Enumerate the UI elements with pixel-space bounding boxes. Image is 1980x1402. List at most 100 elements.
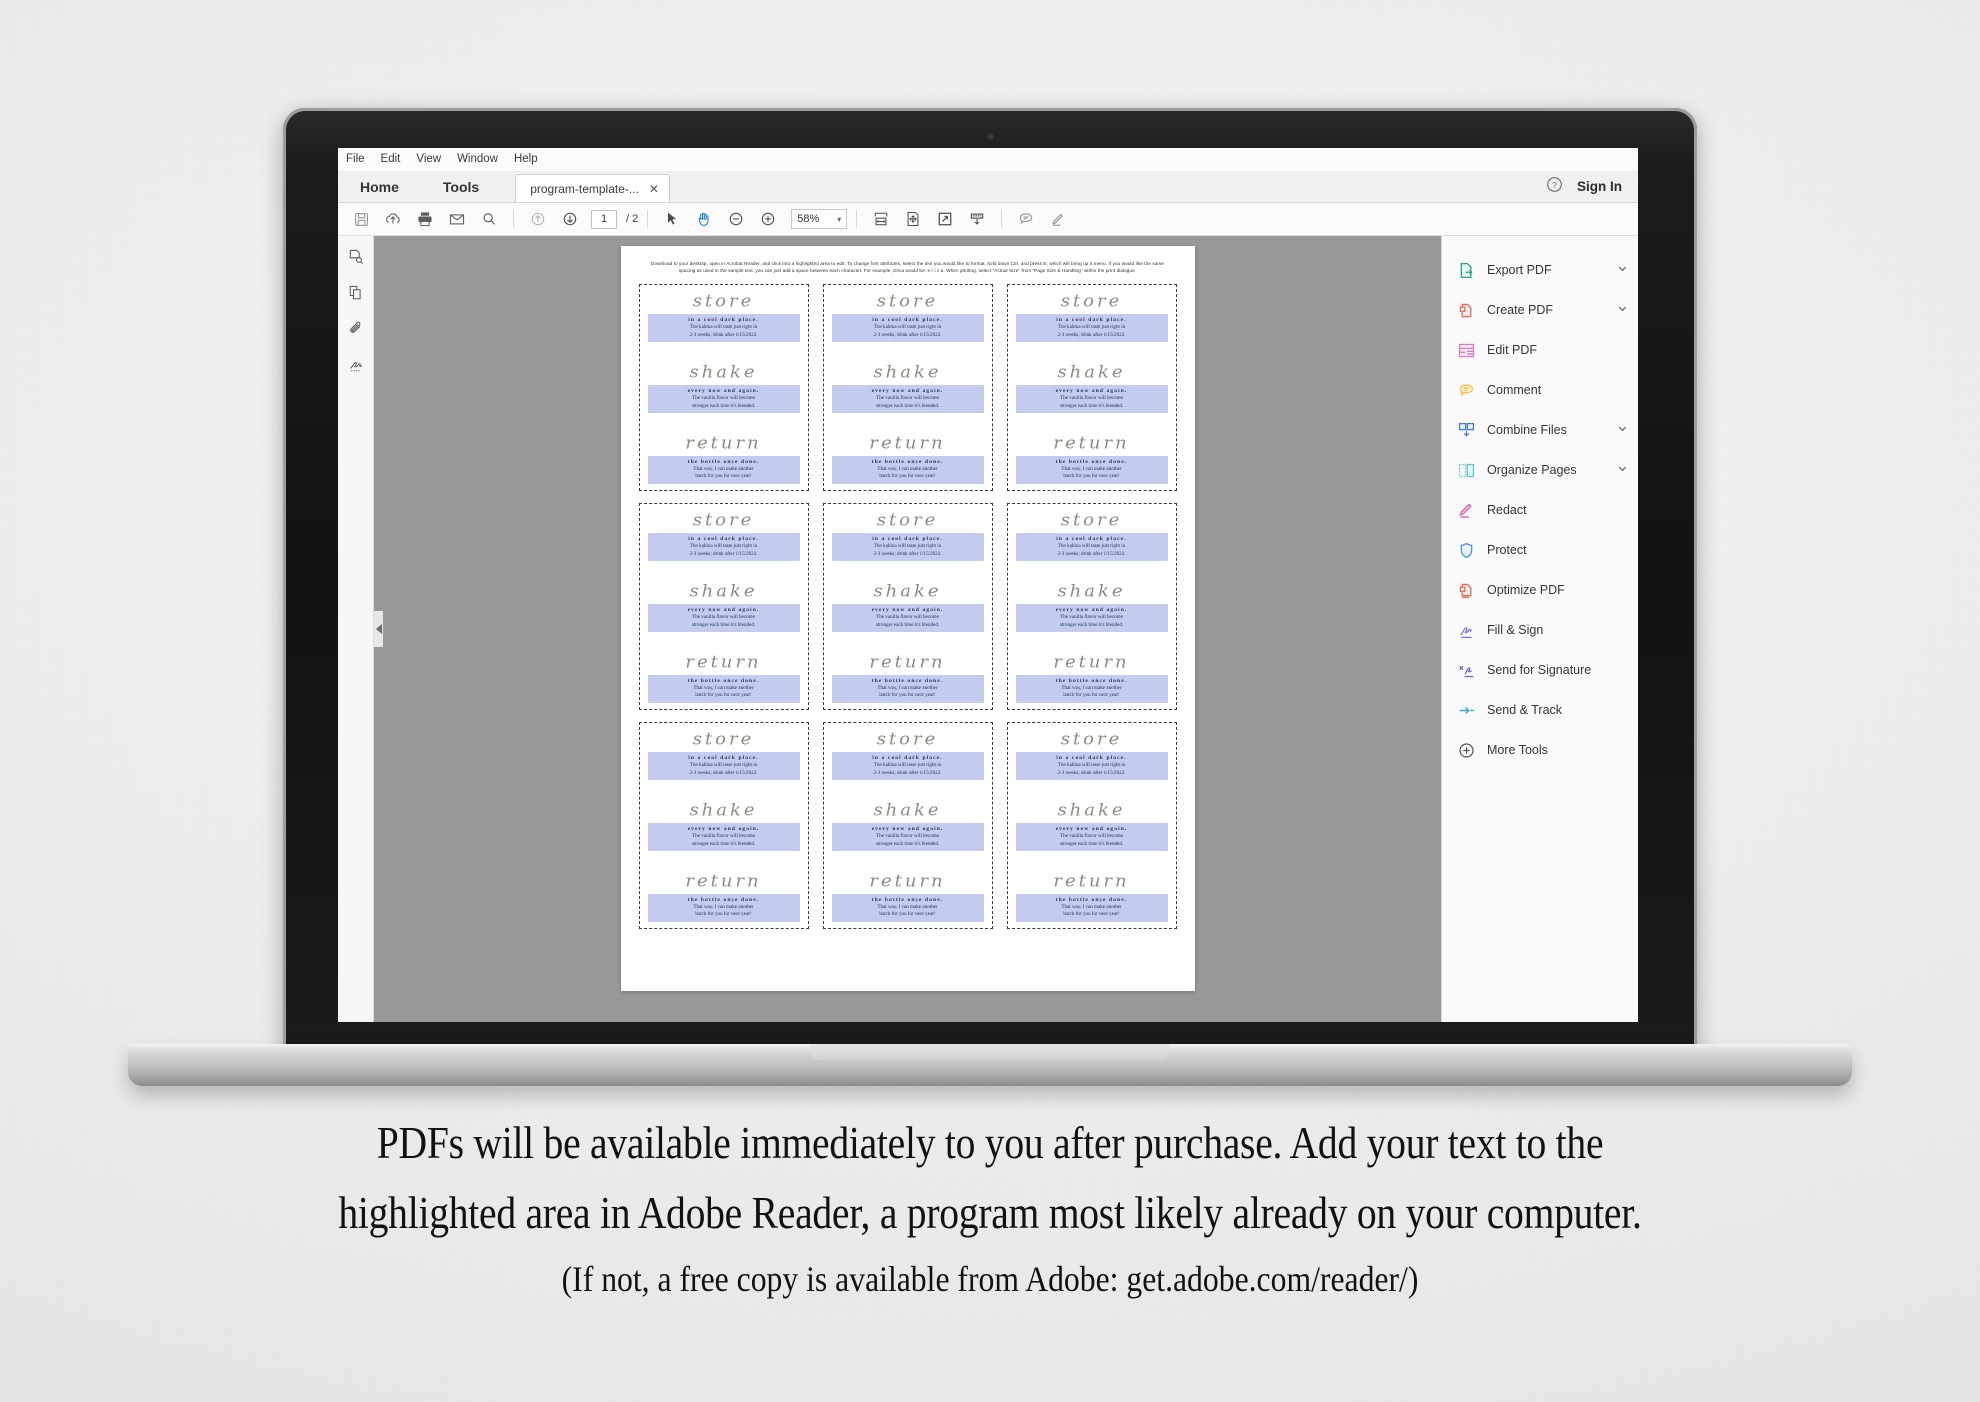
tool-item-optimize-pdf[interactable]: Optimize PDF	[1442, 570, 1638, 610]
pages-panel-icon[interactable]	[345, 282, 367, 304]
editable-highlight-field[interactable]: the bottle once done. That way, I can mak…	[831, 674, 984, 703]
tool-item-fill-sign[interactable]: Fill & Sign	[1442, 610, 1638, 650]
fit-width-icon[interactable]	[866, 206, 896, 232]
label-card[interactable]: store in a cool dark place. The kahlua wil…	[1006, 722, 1177, 929]
tool-item-more-tools[interactable]: More Tools	[1442, 730, 1638, 770]
tool-item-protect[interactable]: Protect	[1442, 530, 1638, 570]
zoom-level-value: 58%	[797, 213, 820, 225]
sign-in-button[interactable]: Sign In	[1577, 179, 1622, 194]
editable-highlight-field[interactable]: every now and again. The vanilla flavor w…	[831, 603, 984, 633]
editable-highlight-field[interactable]: the bottle once done. That way, I can mak…	[647, 674, 800, 703]
tool-item-comment[interactable]: Comment	[1442, 370, 1638, 410]
chevron-down-icon[interactable]	[1617, 263, 1628, 277]
search-icon[interactable]	[474, 206, 504, 232]
editable-highlight-field[interactable]: in a cool dark place. The kahlua will tas…	[831, 314, 984, 343]
editable-highlight-field[interactable]: the bottle once done. That way, I can mak…	[647, 455, 800, 484]
email-icon[interactable]	[442, 206, 472, 232]
page-number-input[interactable]: 1	[591, 209, 617, 229]
editable-highlight-field[interactable]: the bottle once done. That way, I can mak…	[1015, 893, 1168, 922]
chevron-down-icon[interactable]	[1617, 463, 1628, 477]
page-down-icon[interactable]	[555, 206, 585, 232]
editable-highlight-field[interactable]: in a cool dark place. The kahlua will tas…	[1015, 314, 1168, 343]
tool-item-edit-pdf[interactable]: Edit PDF	[1442, 330, 1638, 370]
label-card[interactable]: store in a cool dark place. The kahlua wil…	[1006, 503, 1177, 710]
tool-item-create-pdf[interactable]: Create PDF	[1442, 290, 1638, 330]
tab-tools[interactable]: Tools	[421, 171, 501, 202]
editable-highlight-field[interactable]: every now and again. The vanilla flavor w…	[831, 822, 984, 852]
editable-highlight-field[interactable]: in a cool dark place. The kahlua will tas…	[1015, 533, 1168, 562]
editable-highlight-field[interactable]: every now and again. The vanilla flavor w…	[647, 384, 800, 414]
select-cursor-icon[interactable]	[657, 206, 687, 232]
menu-item-file[interactable]: File	[346, 153, 365, 166]
editable-highlight-field[interactable]: every now and again. The vanilla flavor w…	[1015, 384, 1168, 414]
tool-item-redact[interactable]: Redact	[1442, 490, 1638, 530]
menu-item-view[interactable]: View	[416, 153, 441, 166]
tool-item-send-for-signature[interactable]: Send for Signature	[1442, 650, 1638, 690]
tool-item-label: Combine Files	[1487, 423, 1567, 437]
page-up-icon[interactable]	[523, 206, 553, 232]
editable-highlight-field[interactable]: in a cool dark place. The kahlua will tas…	[831, 533, 984, 562]
editable-highlight-field[interactable]: every now and again. The vanilla flavor w…	[647, 603, 800, 633]
fit-page-icon[interactable]	[898, 206, 928, 232]
editable-highlight-field[interactable]: in a cool dark place. The kahlua will tas…	[831, 752, 984, 781]
laptop-base	[128, 1044, 1852, 1086]
editable-highlight-field[interactable]: in a cool dark place. The kahlua will tas…	[647, 314, 800, 343]
label-script-heading: store	[1060, 291, 1123, 312]
chevron-down-icon[interactable]	[1617, 423, 1628, 437]
help-circle-icon[interactable]: ?	[1546, 176, 1563, 198]
menu-item-edit[interactable]: Edit	[381, 153, 401, 166]
attachments-icon[interactable]	[345, 318, 367, 340]
panel-collapse-handle[interactable]	[374, 611, 383, 647]
upload-cloud-icon[interactable]	[378, 206, 408, 232]
label-sub-line: The kahlua will taste just right in	[873, 324, 942, 330]
label-card[interactable]: store in a cool dark place. The kahlua wil…	[638, 722, 809, 929]
tool-item-organize-pages[interactable]: Organize Pages	[1442, 450, 1638, 490]
tool-item-export-pdf[interactable]: Export PDF	[1442, 250, 1638, 290]
zoom-out-icon[interactable]	[721, 206, 751, 232]
send-and-track-icon	[1456, 700, 1476, 720]
label-sub-line: The kahlua will taste just right in	[1057, 324, 1126, 330]
label-card[interactable]: store in a cool dark place. The kahlua wil…	[638, 503, 809, 710]
tool-item-send-track[interactable]: Send & Track	[1442, 690, 1638, 730]
signatures-icon[interactable]	[345, 354, 367, 376]
editable-highlight-field[interactable]: in a cool dark place. The kahlua will tas…	[1015, 752, 1168, 781]
label-card[interactable]: store in a cool dark place. The kahlua wil…	[1006, 284, 1177, 491]
zoom-level-select[interactable]: 58% ▾	[791, 209, 848, 229]
label-card-section: shake every now and again. The vanilla fla…	[1015, 362, 1168, 414]
close-icon[interactable]: ✕	[649, 182, 659, 196]
print-icon[interactable]	[410, 206, 440, 232]
highlight-icon[interactable]	[1043, 206, 1073, 232]
chevron-down-icon[interactable]	[1617, 303, 1628, 317]
tool-item-label: Optimize PDF	[1487, 583, 1565, 597]
label-card[interactable]: store in a cool dark place. The kahlua wil…	[822, 503, 993, 710]
editable-highlight-field[interactable]: the bottle once done. That way, I can mak…	[1015, 674, 1168, 703]
editable-highlight-field[interactable]: the bottle once done. That way, I can mak…	[831, 893, 984, 922]
menu-item-window[interactable]: Window	[457, 153, 498, 166]
hand-tool-icon[interactable]	[689, 206, 719, 232]
label-card[interactable]: store in a cool dark place. The kahlua wil…	[638, 284, 809, 491]
save-icon[interactable]	[346, 206, 376, 232]
tool-item-label: Comment	[1487, 383, 1542, 397]
label-card[interactable]: store in a cool dark place. The kahlua wil…	[822, 722, 993, 929]
scroll-mode-icon[interactable]	[962, 206, 992, 232]
menu-item-help[interactable]: Help	[514, 153, 538, 166]
label-card[interactable]: store in a cool dark place. The kahlua wil…	[822, 284, 993, 491]
editable-highlight-field[interactable]: the bottle once done. That way, I can mak…	[1015, 455, 1168, 484]
tab-home[interactable]: Home	[338, 171, 421, 202]
zoom-selection-icon[interactable]	[930, 206, 960, 232]
editable-highlight-field[interactable]: every now and again. The vanilla flavor w…	[1015, 822, 1168, 852]
editable-highlight-field[interactable]: every now and again. The vanilla flavor w…	[1015, 603, 1168, 633]
tool-item-combine-files[interactable]: Combine Files	[1442, 410, 1638, 450]
editable-highlight-field[interactable]: every now and again. The vanilla flavor w…	[831, 384, 984, 414]
page-thumbnails-icon[interactable]	[345, 246, 367, 268]
zoom-in-icon[interactable]	[753, 206, 783, 232]
editable-highlight-field[interactable]: in a cool dark place. The kahlua will tas…	[647, 533, 800, 562]
editable-highlight-field[interactable]: the bottle once done. That way, I can mak…	[831, 455, 984, 484]
document-viewport[interactable]: Download to your desktop, open in Acroba…	[374, 236, 1441, 1022]
editable-highlight-field[interactable]: every now and again. The vanilla flavor w…	[647, 822, 800, 852]
document-tab[interactable]: program-template-... ✕	[515, 174, 670, 202]
editable-highlight-field[interactable]: the bottle once done. That way, I can mak…	[647, 893, 800, 922]
comment-icon[interactable]	[1011, 206, 1041, 232]
editable-highlight-field[interactable]: in a cool dark place. The kahlua will tas…	[647, 752, 800, 781]
label-card-section: return the bottle once done. That way, I c…	[831, 652, 984, 703]
